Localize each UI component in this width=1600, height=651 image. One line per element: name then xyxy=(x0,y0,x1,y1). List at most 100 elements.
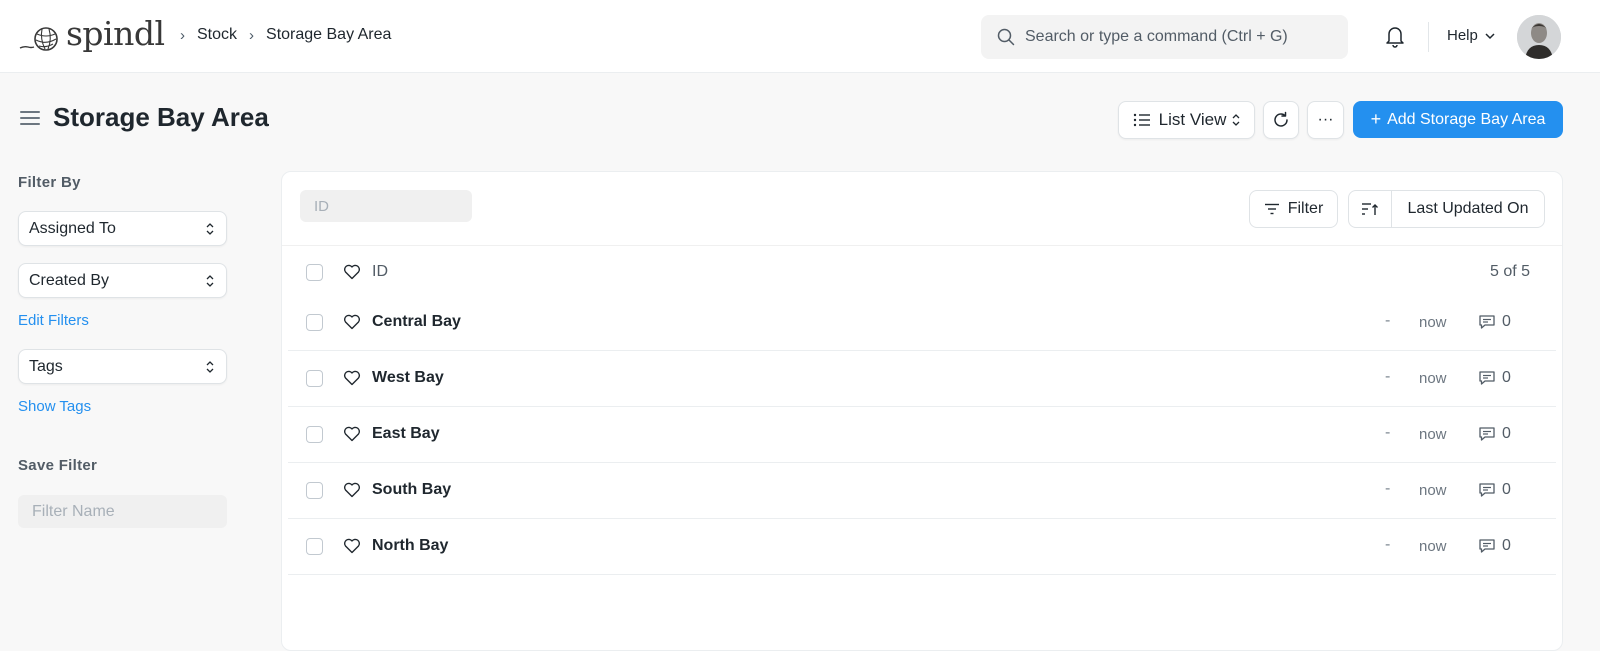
row-comments[interactable]: 0 xyxy=(1478,537,1511,555)
column-header-id: ID xyxy=(372,263,388,280)
show-tags-link[interactable]: Show Tags xyxy=(18,398,91,415)
row-modified: now xyxy=(1419,314,1447,331)
heart-icon[interactable] xyxy=(343,538,361,554)
navbar-divider xyxy=(1428,22,1429,52)
comment-count: 0 xyxy=(1502,313,1511,330)
select-arrows-icon xyxy=(206,360,214,373)
list-header: ID 5 of 5 xyxy=(282,250,1562,294)
refresh-icon xyxy=(1274,111,1288,127)
row-checkbox[interactable] xyxy=(306,426,323,443)
tags-label: Tags xyxy=(29,357,63,375)
row-modified: now xyxy=(1419,538,1447,555)
heart-icon[interactable] xyxy=(343,482,361,498)
comment-icon xyxy=(1479,371,1495,385)
row-title[interactable]: South Bay xyxy=(372,481,451,499)
filter-by-heading: Filter By xyxy=(18,174,81,191)
awesomebar-search[interactable]: Search or type a command (Ctrl + G) xyxy=(981,15,1348,59)
row-checkbox[interactable] xyxy=(306,482,323,499)
bell-icon[interactable] xyxy=(1384,24,1406,48)
id-filter-input[interactable]: ID xyxy=(300,190,472,222)
list-row[interactable]: West Bay - now 0 xyxy=(288,351,1556,407)
chevron-right-icon: › xyxy=(180,26,185,44)
row-assigned: - xyxy=(1385,368,1391,385)
row-comments[interactable]: 0 xyxy=(1478,313,1511,331)
comment-icon xyxy=(1479,539,1495,553)
select-arrows-icon xyxy=(1232,114,1240,126)
search-placeholder: Search or type a command (Ctrl + G) xyxy=(1025,28,1288,45)
sidebar-toggle-icon[interactable] xyxy=(20,110,40,126)
user-photo xyxy=(1517,15,1561,59)
heart-icon[interactable] xyxy=(343,370,361,386)
top-navbar: spindl › Stock › Storage Bay Area Search… xyxy=(0,0,1600,73)
row-title[interactable]: North Bay xyxy=(372,537,448,555)
heart-icon[interactable] xyxy=(343,314,361,330)
breadcrumb-stock[interactable]: Stock xyxy=(197,26,237,44)
list-panel: ID Filter Last Updated On ID 5 of 5 Cent… xyxy=(281,171,1563,651)
breadcrumb: › Stock › Storage Bay Area xyxy=(180,26,403,44)
select-arrows-icon xyxy=(206,274,214,287)
row-modified: now xyxy=(1419,426,1447,443)
row-checkbox[interactable] xyxy=(306,370,323,387)
heart-icon[interactable] xyxy=(343,264,361,280)
edit-filters-link[interactable]: Edit Filters xyxy=(18,312,89,329)
list-icon xyxy=(1133,113,1150,127)
row-title[interactable]: West Bay xyxy=(372,369,444,387)
user-avatar[interactable] xyxy=(1517,15,1561,59)
row-assigned: - xyxy=(1385,312,1391,329)
row-comments[interactable]: 0 xyxy=(1478,425,1511,443)
list-row[interactable]: South Bay - now 0 xyxy=(288,463,1556,519)
filter-button[interactable]: Filter xyxy=(1249,190,1338,228)
add-label: Add Storage Bay Area xyxy=(1387,110,1546,128)
sort-selector: Last Updated On xyxy=(1348,190,1545,228)
save-filter-heading: Save Filter xyxy=(18,457,98,474)
chevron-right-icon: › xyxy=(249,26,255,44)
plus-icon: + xyxy=(1370,109,1382,129)
row-modified: now xyxy=(1419,370,1447,387)
list-row[interactable]: East Bay - now 0 xyxy=(288,407,1556,463)
help-label: Help xyxy=(1447,27,1478,44)
filter-name-input[interactable]: Filter Name xyxy=(18,495,227,528)
row-comments[interactable]: 0 xyxy=(1478,369,1511,387)
select-all-checkbox[interactable] xyxy=(306,263,323,281)
help-dropdown[interactable]: Help xyxy=(1447,27,1496,44)
created-by-select[interactable]: Created By xyxy=(18,263,227,298)
view-label: List View xyxy=(1158,110,1227,129)
heart-icon[interactable] xyxy=(343,426,361,442)
comment-count: 0 xyxy=(1502,537,1511,554)
tags-select[interactable]: Tags xyxy=(18,349,227,384)
page-title: Storage Bay Area xyxy=(53,102,269,132)
select-arrows-icon xyxy=(206,222,214,235)
row-modified: now xyxy=(1419,482,1447,499)
record-count: 5 of 5 xyxy=(1489,263,1530,280)
comment-icon xyxy=(1479,315,1495,329)
row-assigned: - xyxy=(1385,536,1391,553)
refresh-button[interactable] xyxy=(1263,101,1299,139)
list-row[interactable]: Central Bay - now 0 xyxy=(288,295,1556,351)
view-switcher-button[interactable]: List View xyxy=(1118,101,1255,139)
add-storage-bay-area-button[interactable]: + Add Storage Bay Area xyxy=(1353,101,1563,138)
list-row[interactable]: North Bay - now 0 xyxy=(288,519,1556,575)
comment-count: 0 xyxy=(1502,369,1511,386)
row-checkbox[interactable] xyxy=(306,538,323,555)
comment-icon xyxy=(1479,483,1495,497)
comment-count: 0 xyxy=(1502,481,1511,498)
sort-order-button[interactable] xyxy=(1349,191,1392,227)
created-by-label: Created By xyxy=(29,271,110,289)
logo-text: spindl xyxy=(66,14,165,53)
row-comments[interactable]: 0 xyxy=(1478,481,1511,499)
breadcrumb-storage-bay-area[interactable]: Storage Bay Area xyxy=(266,26,391,44)
row-title[interactable]: East Bay xyxy=(372,425,440,443)
more-actions-button[interactable]: ··· xyxy=(1307,101,1344,139)
toolbar-divider xyxy=(282,245,1562,246)
yarn-ball-icon xyxy=(19,27,58,51)
sort-field-button[interactable]: Last Updated On xyxy=(1392,200,1544,218)
row-title[interactable]: Central Bay xyxy=(372,313,461,331)
comment-count: 0 xyxy=(1502,425,1511,442)
comment-icon xyxy=(1479,427,1495,441)
assigned-to-label: Assigned To xyxy=(29,219,116,237)
filter-icon xyxy=(1264,203,1279,215)
assigned-to-select[interactable]: Assigned To xyxy=(18,211,227,246)
app-logo[interactable]: spindl xyxy=(18,16,165,52)
row-assigned: - xyxy=(1385,480,1391,497)
row-checkbox[interactable] xyxy=(306,314,323,331)
